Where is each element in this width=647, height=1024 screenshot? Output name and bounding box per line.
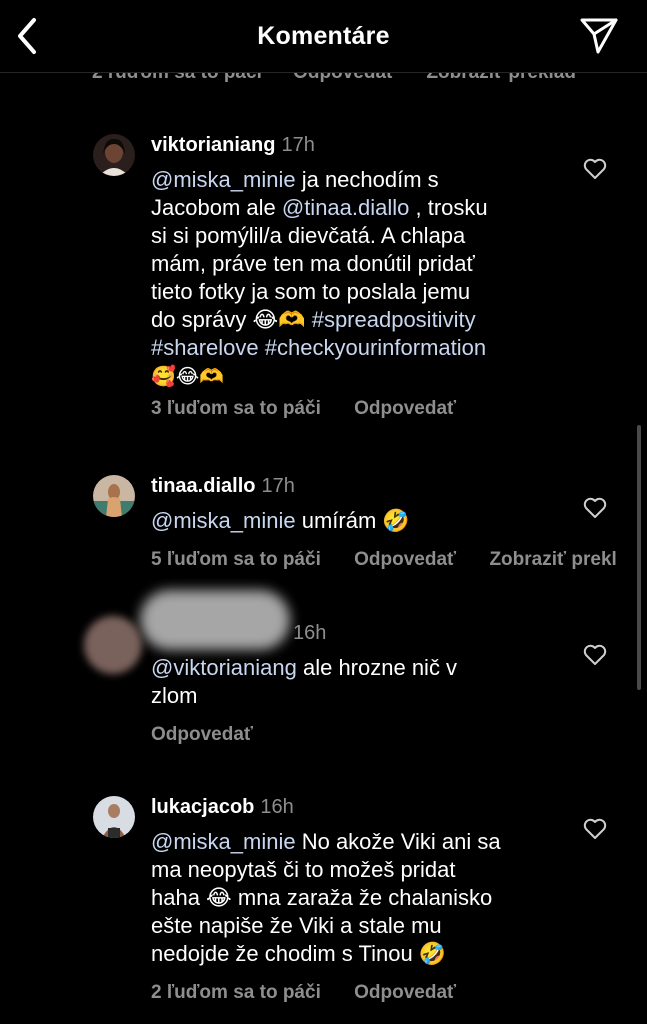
reply-button[interactable]: Odpovedať bbox=[354, 982, 456, 1003]
reply-button[interactable]: Odpovedať bbox=[151, 724, 253, 745]
comment-username[interactable]: lukacjacob bbox=[151, 796, 254, 818]
comment-text: @miska_minie No akože Viki ani sa ma neo… bbox=[151, 829, 501, 966]
translate-button[interactable]: Zobraziť prekl bbox=[489, 549, 616, 570]
hashtag-link[interactable]: #checkyourinformation bbox=[265, 335, 486, 360]
comment-time: 16h bbox=[293, 622, 327, 644]
page-title: Komentáre bbox=[257, 22, 390, 50]
avatar[interactable] bbox=[93, 475, 135, 517]
avatar[interactable] bbox=[93, 134, 135, 176]
like-button[interactable] bbox=[583, 818, 607, 840]
avatar[interactable] bbox=[93, 796, 135, 838]
likes-count[interactable]: 3 ľuďom sa to páči bbox=[151, 398, 321, 419]
blurred-avatar bbox=[84, 616, 142, 674]
mention-link[interactable]: @miska_minie bbox=[151, 508, 296, 533]
emoji-text: 🥰😂🫶 bbox=[151, 364, 225, 388]
mention-link[interactable]: @miska_minie bbox=[151, 829, 296, 854]
comment-username[interactable]: tinaa.diallo bbox=[151, 475, 255, 497]
comment-text: @viktorianiang ale hrozne nič v zlom bbox=[151, 655, 458, 708]
like-button[interactable] bbox=[583, 497, 607, 519]
hashtag-link[interactable]: #spreadpositivity bbox=[312, 307, 476, 332]
mention-link[interactable]: @tinaa.diallo bbox=[282, 195, 410, 220]
comment-text: @miska_minie umírám 🤣 bbox=[151, 508, 410, 533]
comment-time: 17h bbox=[261, 475, 295, 497]
comment-time: 17h bbox=[281, 134, 315, 156]
heart-icon bbox=[583, 497, 607, 518]
heart-icon bbox=[583, 818, 607, 839]
reply-button[interactable]: Odpovedať bbox=[354, 549, 456, 570]
hashtag-link[interactable]: #sharelove bbox=[151, 335, 259, 360]
like-button[interactable] bbox=[583, 644, 607, 666]
share-button[interactable] bbox=[578, 14, 620, 56]
comment-time: 16h bbox=[260, 796, 294, 818]
heart-icon bbox=[583, 644, 607, 665]
comment-text: @miska_minie ja nechodím s Jacobom ale @… bbox=[151, 167, 488, 388]
likes-count[interactable]: 2 ľuďom sa to páči bbox=[151, 982, 321, 1003]
mention-link[interactable]: @viktorianiang bbox=[151, 655, 297, 680]
send-icon bbox=[580, 18, 618, 54]
scrollbar[interactable] bbox=[637, 425, 641, 690]
like-button[interactable] bbox=[583, 158, 607, 180]
heart-icon bbox=[583, 158, 607, 179]
top-bar: Komentáre bbox=[0, 0, 647, 73]
likes-count[interactable]: 5 ľuďom sa to páči bbox=[151, 549, 321, 570]
reply-button[interactable]: Odpovedať bbox=[354, 398, 456, 419]
mention-link[interactable]: @miska_minie bbox=[151, 167, 296, 192]
comment-username[interactable]: viktorianiang bbox=[151, 134, 275, 156]
